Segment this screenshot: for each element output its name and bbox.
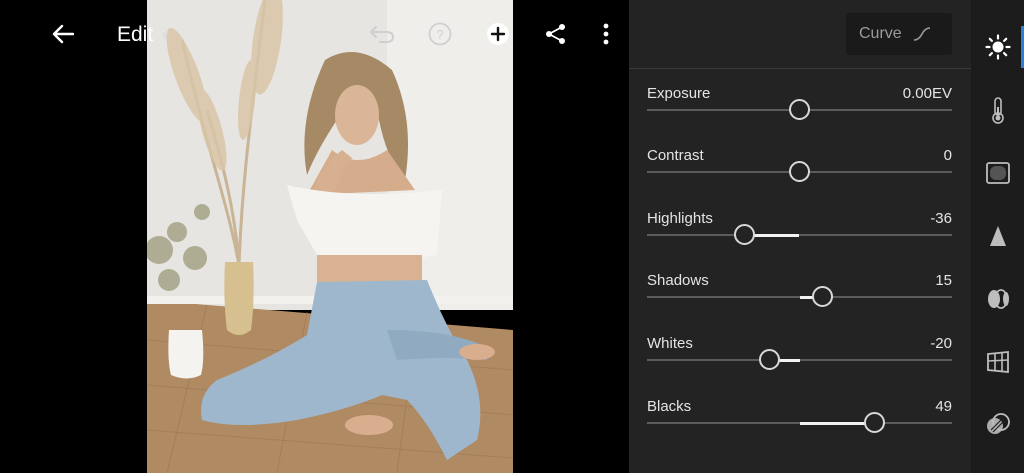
whites-slider[interactable]: Whites -20 [647, 335, 952, 393]
blacks-slider[interactable]: Blacks 49 [647, 398, 952, 456]
back-button[interactable] [45, 16, 81, 52]
slider-value: 49 [935, 398, 952, 415]
curve-button[interactable]: Curve [846, 13, 952, 55]
share-button[interactable] [538, 16, 574, 52]
panel-divider [629, 68, 971, 69]
exposure-slider[interactable]: Exposure 0.00EV [647, 85, 952, 143]
edit-mode-dropdown[interactable]: Edit ▼ [117, 21, 170, 49]
effects-tab[interactable] [971, 148, 1024, 198]
curve-label: Curve [859, 25, 902, 42]
undo-button[interactable] [364, 16, 400, 52]
slider-track[interactable] [647, 224, 952, 245]
slider-value: -36 [930, 210, 952, 227]
adjustment-category-rail [971, 0, 1024, 473]
slider-track[interactable] [647, 99, 952, 120]
slider-thumb[interactable] [789, 99, 810, 120]
slider-thumb[interactable] [863, 412, 885, 433]
slider-label: Blacks [647, 398, 692, 415]
slider-track[interactable] [647, 161, 952, 182]
chevron-down-icon: ▼ [159, 30, 171, 42]
slider-thumb[interactable] [789, 161, 810, 182]
geometry-icon [986, 351, 1009, 373]
light-icon [984, 34, 1011, 60]
color-mix-tab[interactable] [971, 400, 1024, 450]
top-toolbar: Edit ▼ ? [0, 0, 629, 70]
svg-text:?: ? [436, 27, 443, 42]
color-mix-icon [986, 413, 1010, 434]
slider-label: Exposure [647, 85, 711, 102]
contrast-slider[interactable]: Contrast 0 [647, 147, 952, 205]
optics-icon [987, 289, 1009, 309]
arrow-left-icon [52, 24, 74, 44]
add-button[interactable] [480, 16, 516, 52]
slider-label: Contrast [647, 147, 704, 164]
slider-track[interactable] [647, 286, 952, 307]
optics-tab[interactable] [971, 274, 1024, 324]
help-button[interactable]: ? [422, 16, 458, 52]
highlights-slider[interactable]: Highlights -36 [647, 210, 952, 268]
edit-mode-label: Edit [117, 23, 154, 46]
share-icon [546, 24, 565, 44]
edited-photo[interactable] [147, 0, 513, 473]
slider-thumb[interactable] [811, 286, 833, 307]
slider-label: Shadows [647, 272, 709, 289]
light-tab[interactable] [971, 22, 1024, 72]
photo-illustration [147, 0, 513, 473]
color-temperature-icon [991, 97, 1004, 124]
slider-value: -20 [930, 335, 952, 352]
color-tab[interactable] [971, 85, 1024, 135]
slider-value: 15 [935, 272, 952, 289]
curve-icon [913, 27, 930, 41]
geometry-tab[interactable] [971, 337, 1024, 387]
slider-track[interactable] [647, 349, 952, 370]
light-adjustments-panel: Curve Exposure 0.00EV Contrast 0 Highlig… [629, 0, 971, 473]
slider-label: Highlights [647, 210, 713, 227]
add-icon [487, 23, 509, 45]
photo-canvas[interactable]: Edit ▼ ? [0, 0, 629, 473]
slider-value: 0 [943, 147, 952, 164]
shadows-slider[interactable]: Shadows 15 [647, 272, 952, 330]
help-icon: ? [428, 22, 452, 46]
slider-label: Whites [647, 335, 693, 352]
detail-tab[interactable] [971, 211, 1024, 261]
slider-thumb[interactable] [734, 224, 756, 245]
slider-value: 0.00EV [902, 85, 952, 102]
detail-icon [989, 226, 1006, 246]
slider-track[interactable] [647, 412, 952, 433]
slider-thumb[interactable] [758, 349, 780, 370]
more-vertical-icon [603, 23, 609, 45]
undo-icon [370, 26, 394, 43]
effects-icon [985, 162, 1010, 184]
more-options-button[interactable] [588, 16, 624, 52]
